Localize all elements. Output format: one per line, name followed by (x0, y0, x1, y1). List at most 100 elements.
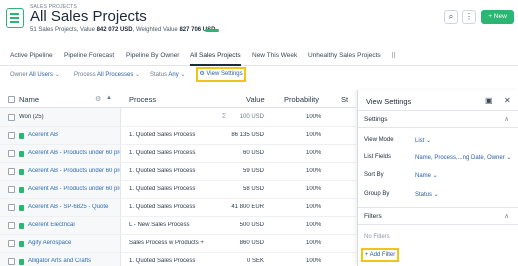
chevron-down-icon[interactable]: ⌄ (136, 14, 142, 22)
settings-section-label: Settings (364, 116, 388, 123)
row-name[interactable]: Agify Aerospace (28, 240, 120, 246)
sales-project-icon (19, 169, 24, 175)
filters-section-label: Filters (364, 213, 382, 220)
row-value: 41 800 EUR (231, 204, 264, 210)
row-checkbox[interactable] (8, 204, 15, 211)
row-checkbox[interactable] (8, 150, 15, 157)
summary-line: 51 Sales Projects, Value 842 072 USD, We… (30, 27, 216, 33)
row-name[interactable]: Acerent AB - Products under 60 prof (28, 150, 120, 156)
filters-section-header[interactable]: Filters ∧ (358, 207, 518, 225)
tab-new-this-week[interactable]: New This Week (252, 48, 297, 66)
row-name[interactable]: Acerent AB - Products under 60 prof (28, 168, 120, 174)
row-name[interactable]: Acerent AB - Products under 60 prof (28, 186, 120, 192)
more-button[interactable]: ⋮ (462, 10, 476, 24)
row-probability: 100% (306, 132, 322, 138)
table-row[interactable]: Acerent Electrical L - New Sales Process… (0, 217, 356, 235)
row-probability: 100% (306, 150, 322, 156)
group-row[interactable]: Won (25) Σ 100 USD 100% (0, 109, 356, 127)
table-row[interactable]: Acerent AB - Products under 60 prof 1. Q… (0, 181, 356, 199)
table-row[interactable]: Acerent AB 1. Quoted Sales Process 86 13… (0, 127, 356, 145)
view-settings-button[interactable]: ⚙ View Settings (196, 67, 246, 82)
row-probability: 100% (306, 204, 322, 210)
table-header: Name ⚙ ▲ Process Value Probability St (0, 92, 356, 108)
process-filter[interactable]: Process All Processes ⌄ (74, 71, 140, 78)
search-icon: ⌕ (448, 12, 454, 21)
row-value: 500 USD (239, 222, 264, 228)
row-process: 1. Quoted Sales Process (129, 186, 196, 192)
view-mode-label: View Mode (364, 137, 394, 143)
row-checkbox[interactable] (8, 258, 15, 265)
sales-project-icon (19, 133, 24, 139)
row-name[interactable]: Acerent AB (28, 132, 120, 138)
row-process: 1. Quoted Sales Process (129, 150, 196, 156)
row-checkbox[interactable] (8, 186, 15, 193)
tab-all-sales-projects[interactable]: All Sales Projects (190, 48, 241, 66)
tab-pipeline-forecast[interactable]: Pipeline Forecast (64, 48, 114, 66)
sales-projects-icon (6, 8, 24, 28)
row-name[interactable]: Acerent Electrical (28, 222, 120, 228)
page-title[interactable]: All Sales Projects (30, 8, 147, 25)
list-fields-label: List Fields (364, 154, 392, 160)
table-row[interactable]: Agify Aerospace Sales Process w Products… (0, 235, 356, 253)
row-checkbox[interactable] (8, 240, 15, 247)
row-probability: 100% (306, 240, 322, 246)
row-probability: 100% (306, 186, 322, 192)
settings-section-header[interactable]: Settings ∧ (358, 110, 518, 128)
sales-project-icon (19, 205, 24, 211)
page-header: SALES PROJECTS All Sales Projects ⌄ 51 S… (0, 0, 518, 44)
column-name-header[interactable]: Name (19, 95, 39, 104)
sort-by-select[interactable]: Name ⌄ (415, 172, 438, 179)
save-view-icon[interactable]: ▣ (485, 96, 493, 105)
column-value-header[interactable]: Value (246, 95, 265, 104)
row-name[interactable]: Acerent AB - SP-6825 - Quote (28, 204, 120, 210)
chevron-up-icon[interactable]: ∧ (504, 115, 509, 123)
sort-up-icon[interactable]: ▲ (106, 95, 112, 101)
row-checkbox[interactable] (8, 168, 15, 175)
status-filter[interactable]: Status Any ⌄ (150, 71, 185, 78)
row-probability: 100% (306, 168, 322, 174)
sales-project-icon (19, 241, 24, 247)
row-process: 1. Quoted Sales Process (129, 168, 196, 174)
sales-project-icon (19, 187, 24, 193)
no-filters-text: No Filters (364, 234, 390, 240)
more-icon: ⋮ (465, 12, 473, 21)
tab-unhealthy-sales-projects[interactable]: Unhealthy Sales Projects (308, 48, 381, 66)
row-process: Sales Process w Products + (129, 240, 204, 246)
row-checkbox[interactable] (8, 222, 15, 229)
view-settings-panel: View Settings ▣ ✕ Settings ∧ View Mode L… (357, 90, 518, 266)
group-label: Won (25) (19, 114, 44, 120)
new-button[interactable]: + New (481, 10, 514, 24)
select-all-checkbox[interactable] (8, 96, 15, 103)
table-row[interactable]: Alligator Arts and Crafts 1. Quoted Sale… (0, 253, 356, 266)
close-icon[interactable]: ✕ (504, 96, 511, 105)
sort-by-label: Sort By (364, 172, 384, 178)
search-button[interactable]: ⌕ (444, 10, 458, 24)
table-row[interactable]: Acerent AB - Products under 60 prof 1. Q… (0, 145, 356, 163)
group-by-select[interactable]: Status ⌄ (415, 191, 439, 198)
row-name[interactable]: Alligator Arts and Crafts (28, 258, 120, 264)
table-row[interactable]: Acerent AB - Products under 60 prof 1. Q… (0, 163, 356, 181)
tab-pipeline-by-owner[interactable]: Pipeline By Owner (126, 48, 179, 66)
add-filter-button[interactable]: + Add Filter (361, 248, 399, 262)
sales-project-icon (19, 223, 24, 229)
gear-icon[interactable]: ⚙ (95, 95, 101, 103)
view-mode-select[interactable]: List ⌄ (415, 137, 431, 144)
table-row[interactable]: Acerent AB - SP-6825 - Quote 1. Quoted S… (0, 199, 356, 217)
owner-filter[interactable]: Owner All Users ⌄ (10, 71, 60, 78)
column-probability-header[interactable]: Probability (284, 95, 319, 104)
row-process: L - New Sales Process (129, 222, 190, 228)
row-process: 1. Quoted Sales Process (129, 204, 196, 210)
column-process-header[interactable]: Process (129, 95, 156, 104)
panel-title: View Settings (366, 97, 412, 106)
row-checkbox[interactable] (8, 132, 15, 139)
column-status-header[interactable]: St (341, 95, 348, 104)
tab-active-pipeline[interactable]: Active Pipeline (10, 48, 53, 66)
row-value: 60 USD (242, 150, 264, 156)
list-fields-select[interactable]: Name, Process,...ng Date, Owner ⌄ (415, 154, 511, 161)
group-checkbox[interactable] (8, 114, 15, 121)
sales-project-icon (19, 151, 24, 157)
row-value: 0 SEK (246, 258, 264, 264)
chevron-up-icon[interactable]: ∧ (504, 212, 509, 220)
filter-bar: Owner All Users ⌄ Process All Processes … (0, 66, 518, 84)
more-tabs-icon[interactable]: ⠿ (391, 52, 396, 60)
